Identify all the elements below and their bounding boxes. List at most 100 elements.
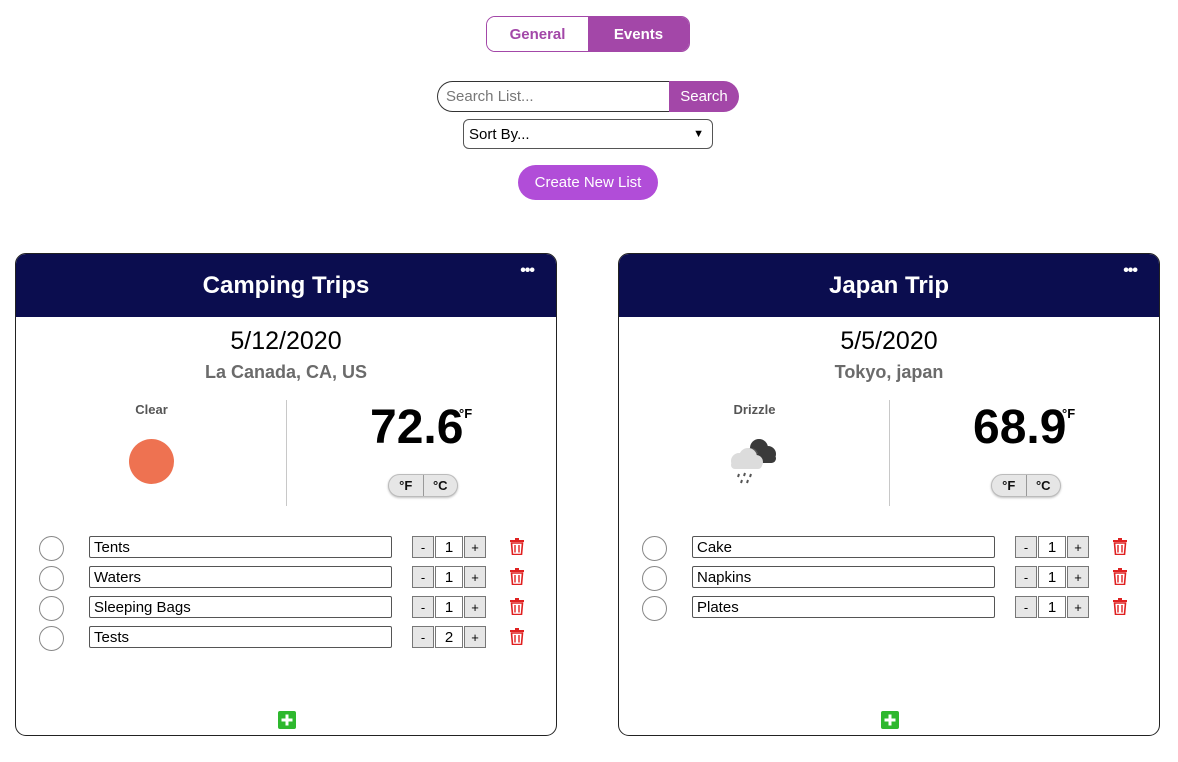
search-button[interactable]: Search xyxy=(669,81,739,112)
card-title: Camping Trips xyxy=(202,271,370,299)
trash-icon[interactable] xyxy=(510,628,524,645)
event-location: Tokyo, japan xyxy=(834,362,944,382)
quantity-stepper: - 1 + xyxy=(1015,596,1089,618)
quantity-value: 1 xyxy=(1038,566,1066,588)
fahrenheit-button[interactable]: °F xyxy=(389,475,424,496)
item-list: - 1 + - 1 + xyxy=(619,536,1159,626)
trash-icon[interactable] xyxy=(1113,598,1127,615)
item-checkbox[interactable] xyxy=(39,626,64,651)
quantity-value: 1 xyxy=(435,566,463,588)
unit-toggle: °F °C xyxy=(991,474,1061,497)
item-name-input[interactable] xyxy=(89,566,392,588)
trash-icon[interactable] xyxy=(510,568,524,585)
quantity-value: 1 xyxy=(435,596,463,618)
weather-condition: Clear xyxy=(16,400,287,506)
sort-select[interactable]: Sort By... ▼ xyxy=(463,119,713,149)
decrement-button[interactable]: - xyxy=(412,626,434,648)
quantity-value: 2 xyxy=(435,626,463,648)
list-item: - 1 + xyxy=(619,596,1159,626)
weather-description: Clear xyxy=(135,402,168,417)
add-item-icon[interactable] xyxy=(881,711,899,729)
increment-button[interactable]: + xyxy=(1067,596,1089,618)
search-bar: Search xyxy=(437,81,739,112)
page: General Events Search Sort By... ▼ Creat… xyxy=(0,0,1178,762)
list-card: Japan Trip ••• 5/5/2020 Tokyo, japan Dri… xyxy=(618,253,1160,736)
item-checkbox[interactable] xyxy=(642,596,667,621)
quantity-value: 1 xyxy=(1038,596,1066,618)
event-date: 5/12/2020 xyxy=(230,327,342,355)
card-header: Japan Trip ••• xyxy=(619,254,1159,317)
sun-icon xyxy=(129,439,174,484)
celsius-button[interactable]: °C xyxy=(424,475,458,496)
list-item: - 1 + xyxy=(619,536,1159,566)
sort-select-value: Sort By... xyxy=(469,125,530,143)
quantity-stepper: - 2 + xyxy=(412,626,486,648)
decrement-button[interactable]: - xyxy=(1015,536,1037,558)
list-item: - 1 + xyxy=(16,596,556,626)
list-item: - 1 + xyxy=(16,536,556,566)
event-date: 5/5/2020 xyxy=(840,327,938,355)
decrement-button[interactable]: - xyxy=(412,536,434,558)
view-tabs: General Events xyxy=(486,16,690,52)
item-checkbox[interactable] xyxy=(39,536,64,561)
celsius-button[interactable]: °C xyxy=(1027,475,1061,496)
increment-button[interactable]: + xyxy=(464,626,486,648)
trash-icon[interactable] xyxy=(1113,568,1127,585)
quantity-stepper: - 1 + xyxy=(412,596,486,618)
decrement-button[interactable]: - xyxy=(412,566,434,588)
tab-events[interactable]: Events xyxy=(588,17,689,51)
decrement-button[interactable]: - xyxy=(1015,566,1037,588)
event-location: La Canada, CA, US xyxy=(204,362,368,382)
increment-button[interactable]: + xyxy=(1067,566,1089,588)
card-header: Camping Trips ••• xyxy=(16,254,556,317)
item-checkbox[interactable] xyxy=(642,536,667,561)
item-checkbox[interactable] xyxy=(642,566,667,591)
fahrenheit-button[interactable]: °F xyxy=(992,475,1027,496)
add-item-icon[interactable] xyxy=(278,711,296,729)
item-name-input[interactable] xyxy=(89,626,392,648)
search-input[interactable] xyxy=(437,81,669,112)
item-name-input[interactable] xyxy=(89,596,392,618)
more-options-icon[interactable]: ••• xyxy=(520,263,535,279)
quantity-stepper: - 1 + xyxy=(1015,566,1089,588)
item-name-input[interactable] xyxy=(692,536,995,558)
increment-button[interactable]: + xyxy=(464,566,486,588)
item-checkbox[interactable] xyxy=(39,566,64,591)
list-item: - 1 + xyxy=(16,566,556,596)
item-name-input[interactable] xyxy=(692,566,995,588)
trash-icon[interactable] xyxy=(1113,538,1127,555)
card-title: Japan Trip xyxy=(828,271,950,299)
quantity-stepper: - 1 + xyxy=(412,536,486,558)
unit-toggle: °F °C xyxy=(388,474,458,497)
list-card: Camping Trips ••• 5/12/2020 La Canada, C… xyxy=(15,253,557,736)
quantity-stepper: - 1 + xyxy=(412,566,486,588)
temperature-unit: °F xyxy=(459,406,473,421)
tab-general[interactable]: General xyxy=(487,17,588,51)
temperature-value: 72.6 xyxy=(370,401,464,454)
temperature-value: 68.9 xyxy=(973,401,1067,454)
item-checkbox[interactable] xyxy=(39,596,64,621)
weather-description: Drizzle xyxy=(733,402,776,417)
trash-icon[interactable] xyxy=(510,538,524,555)
item-name-input[interactable] xyxy=(692,596,995,618)
list-item: - 2 + xyxy=(16,626,556,656)
create-new-list-button[interactable]: Create New List xyxy=(518,165,658,200)
more-options-icon[interactable]: ••• xyxy=(1123,263,1138,279)
drizzle-cloud-icon xyxy=(731,439,776,484)
weather-panel: Drizzle 68.9 °F °F °C xyxy=(619,400,1159,510)
increment-button[interactable]: + xyxy=(1067,536,1089,558)
increment-button[interactable]: + xyxy=(464,536,486,558)
weather-panel: Clear 72.6 °F °F °C xyxy=(16,400,556,510)
weather-condition: Drizzle xyxy=(619,400,890,506)
item-name-input[interactable] xyxy=(89,536,392,558)
decrement-button[interactable]: - xyxy=(1015,596,1037,618)
trash-icon[interactable] xyxy=(510,598,524,615)
quantity-value: 1 xyxy=(435,536,463,558)
item-list: - 1 + - 1 + xyxy=(16,536,556,656)
list-item: - 1 + xyxy=(619,566,1159,596)
increment-button[interactable]: + xyxy=(464,596,486,618)
decrement-button[interactable]: - xyxy=(412,596,434,618)
quantity-stepper: - 1 + xyxy=(1015,536,1089,558)
temperature-unit: °F xyxy=(1062,406,1076,421)
dropdown-arrow-icon: ▼ xyxy=(693,128,704,140)
